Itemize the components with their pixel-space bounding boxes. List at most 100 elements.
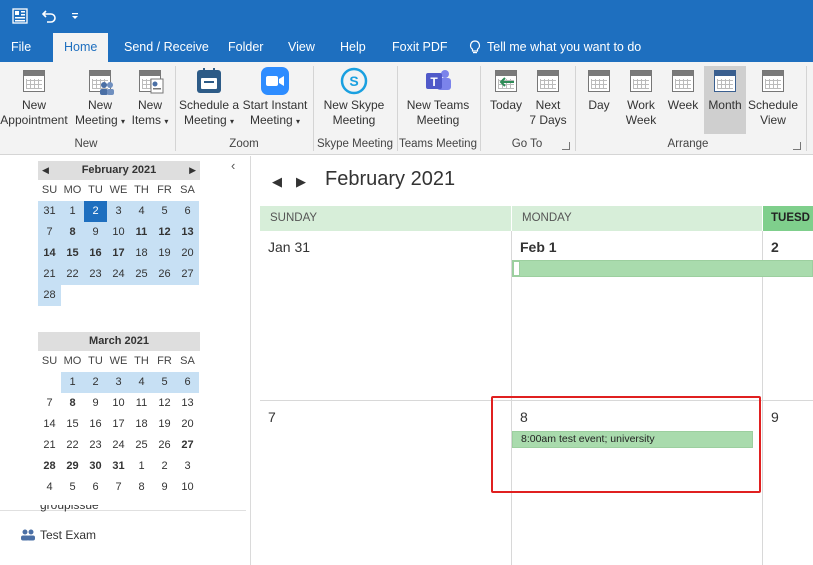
new-skype-meeting-button[interactable]: S New Skype Meeting	[318, 66, 390, 128]
minical-day[interactable]: 6	[84, 477, 107, 498]
minical-day[interactable]: 18	[130, 414, 153, 435]
tab-file[interactable]: File	[11, 32, 31, 62]
minical-day[interactable]: 23	[84, 264, 107, 285]
minical-day[interactable]: 5	[61, 477, 84, 498]
outlook-app-icon[interactable]	[8, 0, 32, 32]
minical-day[interactable]: 25	[130, 264, 153, 285]
minical-day[interactable]: 30	[84, 456, 107, 477]
minical-day[interactable]: 12	[153, 393, 176, 414]
minical-day[interactable]: 9	[84, 222, 107, 243]
minical-day[interactable]: 24	[107, 435, 130, 456]
minical-day[interactable]: 28	[38, 285, 61, 306]
new-appointment-button[interactable]: New Appointment	[0, 66, 68, 128]
minical-day[interactable]: 18	[130, 243, 153, 264]
minical-day[interactable]: 21	[38, 264, 61, 285]
minical-day[interactable]: 12	[153, 222, 176, 243]
minical-day[interactable]: 6	[176, 372, 199, 393]
tell-me-search[interactable]: Tell me what you want to do	[469, 32, 641, 62]
start-instant-meeting-button[interactable]: Start Instant Meeting ▾	[241, 66, 309, 129]
tab-foxit-pdf[interactable]: Foxit PDF	[392, 32, 448, 62]
new-teams-meeting-button[interactable]: T New Teams Meeting	[402, 66, 474, 128]
day-cell-feb-2[interactable]: 2	[763, 231, 813, 401]
minical-day[interactable]: 14	[38, 414, 61, 435]
minical-day[interactable]: 4	[130, 372, 153, 393]
minical-day[interactable]: 16	[84, 243, 107, 264]
tab-send-receive[interactable]: Send / Receive	[124, 32, 209, 62]
tab-view[interactable]: View	[288, 32, 315, 62]
minical-day[interactable]: 2	[84, 201, 107, 222]
nav-item-test-exam[interactable]: Test Exam	[20, 528, 96, 542]
minical-day[interactable]: 20	[176, 414, 199, 435]
minical-day[interactable]: 24	[107, 264, 130, 285]
minical-day[interactable]: 9	[84, 393, 107, 414]
minical-day[interactable]: 29	[61, 456, 84, 477]
minical-day[interactable]: 31	[107, 456, 130, 477]
customize-qat-icon[interactable]	[63, 0, 87, 32]
tab-help[interactable]: Help	[340, 32, 366, 62]
minical-day[interactable]: 7	[38, 222, 61, 243]
minical-day[interactable]: 27	[176, 264, 199, 285]
minical-day[interactable]: 13	[176, 222, 199, 243]
minical-day[interactable]: 26	[153, 435, 176, 456]
minical-day[interactable]: 10	[176, 477, 199, 498]
new-meeting-button[interactable]: New Meeting ▾	[74, 66, 126, 129]
tab-folder[interactable]: Folder	[228, 32, 263, 62]
day-cell-feb-7[interactable]: 7	[260, 401, 512, 565]
minical-day[interactable]: 7	[38, 393, 61, 414]
undo-icon[interactable]	[37, 0, 61, 32]
day-cell-feb-1[interactable]: Feb 1	[512, 231, 763, 401]
next-month-icon[interactable]: ▶	[189, 161, 196, 180]
arrange-dialog-launcher-icon[interactable]	[793, 142, 801, 150]
minical-day[interactable]: 8	[61, 393, 84, 414]
goto-dialog-launcher-icon[interactable]	[562, 142, 570, 150]
minical-day[interactable]: 11	[130, 222, 153, 243]
minical-day[interactable]: 15	[61, 243, 84, 264]
multi-day-event-bar[interactable]	[512, 260, 813, 277]
minical-day[interactable]: 28	[38, 456, 61, 477]
minical-day[interactable]: 4	[38, 477, 61, 498]
tab-home[interactable]: Home	[53, 33, 109, 62]
minical-day[interactable]: 23	[84, 435, 107, 456]
minical-day[interactable]: 31	[38, 201, 61, 222]
prev-period-icon[interactable]: ◀	[272, 174, 282, 190]
next-7-days-button[interactable]: Next 7 Days	[528, 66, 568, 128]
minical-day[interactable]: 8	[61, 222, 84, 243]
schedule-meeting-button[interactable]: Schedule a Meeting ▾	[178, 66, 240, 129]
minical-day[interactable]: 8	[130, 477, 153, 498]
minical-day[interactable]: 19	[153, 414, 176, 435]
minical-day[interactable]: 3	[107, 201, 130, 222]
minical-day[interactable]: 7	[107, 477, 130, 498]
minical-day[interactable]: 1	[61, 372, 84, 393]
minical-day[interactable]: 10	[107, 393, 130, 414]
schedule-view-button[interactable]: Schedule View	[747, 66, 799, 128]
minical-day[interactable]: 21	[38, 435, 61, 456]
prev-month-icon[interactable]: ◀	[42, 161, 49, 180]
minical-day[interactable]: 10	[107, 222, 130, 243]
minical-day[interactable]: 6	[176, 201, 199, 222]
minical-day[interactable]: 26	[153, 264, 176, 285]
minical-day[interactable]: 1	[130, 456, 153, 477]
minical-day[interactable]: 5	[153, 201, 176, 222]
minical-day[interactable]: 3	[176, 456, 199, 477]
minical-day[interactable]: 22	[61, 435, 84, 456]
minical-day[interactable]: 5	[153, 372, 176, 393]
minical-day[interactable]: 4	[130, 201, 153, 222]
minical-day[interactable]: 15	[61, 414, 84, 435]
day-view-button[interactable]: Day	[580, 66, 618, 113]
minical-day[interactable]: 17	[107, 414, 130, 435]
work-week-view-button[interactable]: Work Week	[620, 66, 662, 128]
minical-day[interactable]: 17	[107, 243, 130, 264]
minical-day[interactable]: 2	[84, 372, 107, 393]
day-cell-feb-9[interactable]: 9	[763, 401, 813, 565]
minical-day[interactable]: 27	[176, 435, 199, 456]
minical-day[interactable]: 13	[176, 393, 199, 414]
minical-day[interactable]: 16	[84, 414, 107, 435]
minical-day[interactable]: 20	[176, 243, 199, 264]
month-view-button[interactable]: Month	[704, 66, 746, 134]
minical-day[interactable]: 14	[38, 243, 61, 264]
minical-day[interactable]: 25	[130, 435, 153, 456]
minical-day[interactable]: 22	[61, 264, 84, 285]
minical-day[interactable]: 2	[153, 456, 176, 477]
today-button[interactable]: Today	[485, 66, 527, 113]
minical-day[interactable]: 19	[153, 243, 176, 264]
